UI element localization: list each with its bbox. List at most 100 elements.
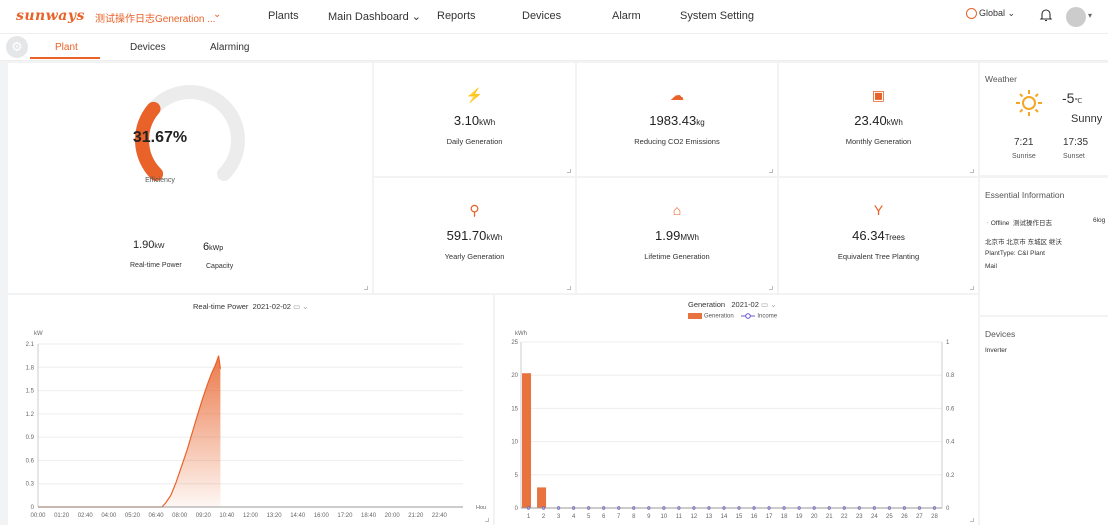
metric-value: 1983.43kg [577, 113, 777, 128]
legend-swatch-income[interactable] [741, 313, 756, 319]
x-tick-label: 14 [721, 514, 728, 520]
x-tick-label: 11 [676, 514, 683, 520]
metric-number: 46.34 [852, 228, 885, 243]
metric-card-daily-generation: ⚡ 3.10kWh Daily Generation [374, 63, 575, 176]
nav-alarm[interactable]: Alarm [612, 10, 641, 22]
realtime-power-number: 1.90 [133, 239, 155, 251]
x-tick-label: 17 [766, 514, 773, 520]
nav-main-dashboard-label: Main Dashboard [328, 11, 409, 23]
chevron-down-icon[interactable]: ▾ [1088, 11, 1092, 20]
x-tick-label: 21:20 [408, 513, 424, 519]
app-logo[interactable]: sunways [16, 8, 85, 24]
y-tick-label: 0 [31, 505, 35, 511]
metric-unit: kg [696, 118, 705, 127]
metric-label: Reducing CO2 Emissions [634, 137, 720, 146]
plant-status-row: ◔ Offline 测试操作日志 [985, 217, 1052, 227]
plant-selector[interactable]: 测试操作日志Generation ... [95, 10, 216, 25]
bell-icon[interactable] [1039, 7, 1053, 23]
language-label: Global [979, 8, 1006, 18]
y-tick-label: 0 [515, 506, 519, 512]
chart-title: Real-time Power [193, 302, 249, 311]
language-selector[interactable]: Global ⌄ [966, 8, 1015, 20]
y-tick-label: 1.8 [26, 365, 35, 371]
generation-chart: kWh051015202500.20.40.60.811 2 3 4 5 6 7 8 9 10 11… [511, 331, 955, 520]
x-tick-label: 09:20 [196, 513, 212, 519]
temperature-value: -5 [1062, 90, 1075, 106]
calendar-icon[interactable]: ▭ [761, 300, 768, 309]
y2-tick-label: 0.4 [946, 440, 955, 446]
y2-tick-label: 0.8 [946, 373, 955, 379]
x-tick-label: 19 [796, 514, 803, 520]
tab-alarming[interactable]: Alarming [210, 42, 249, 53]
status-badge: Offline [990, 220, 1010, 227]
plant-name: 测试操作日志 [1013, 220, 1053, 227]
plant-address: 北京市 北京市 东城区 继沃 [985, 239, 1062, 246]
x-tick-label: 18 [781, 514, 788, 520]
y-tick-label: 0.6 [26, 458, 35, 464]
active-tab-indicator [30, 57, 100, 59]
x-tick-label: 15 [736, 514, 743, 520]
x-tick-label: 7 [617, 514, 621, 520]
resize-handle [970, 286, 974, 290]
realtime-power-value: 1.90kW [133, 239, 165, 251]
y2-tick-label: 0.2 [946, 473, 955, 479]
metric-label: Monthly Generation [845, 137, 912, 146]
weather-condition: Sunny [1071, 113, 1103, 125]
calendar-icon[interactable]: ▭ [293, 302, 300, 311]
metric-card-lifetime-generation: ⌂ 1.99MWh Lifetime Generation [577, 178, 777, 293]
nav-devices[interactable]: Devices [522, 10, 561, 22]
x-tick-label: 13:20 [267, 513, 283, 519]
x-tick-label: 26 [901, 514, 908, 520]
nav-plants[interactable]: Plants [268, 10, 299, 22]
x-tick-label: 04:00 [101, 513, 117, 519]
x-tick-label: 00:00 [30, 513, 46, 519]
metric-value: 1.99MWh [577, 228, 777, 243]
y2-tick-label: 0.6 [946, 406, 955, 412]
x-tick-label: 2 [542, 514, 546, 520]
metric-number: 23.40 [854, 113, 887, 128]
x-tick-label: 23 [856, 514, 863, 520]
chevron-down-icon[interactable]: ⌄ [302, 302, 308, 311]
legend-swatch-generation[interactable] [688, 313, 702, 319]
nav-system-setting[interactable]: System Setting [680, 10, 754, 22]
sunrise-time: 7:21 [1014, 137, 1034, 148]
x-axis-label: Hou [476, 505, 486, 511]
nav-reports[interactable]: Reports [437, 10, 476, 22]
y-axis-label: kW [34, 331, 43, 337]
sunset-label: Sunset [1063, 153, 1085, 160]
legend-label-generation: Generation [704, 313, 734, 320]
globe-icon [966, 8, 977, 20]
x-tick-label: 9 [647, 514, 651, 520]
tab-devices[interactable]: Devices [130, 42, 166, 53]
tree-icon: Y [873, 202, 884, 218]
date-picker[interactable]: 2021-02-02 [253, 302, 291, 311]
capacity-unit: kWp [209, 245, 224, 252]
chevron-down-icon[interactable]: ⌄ [770, 300, 776, 309]
x-tick-label: 16:00 [314, 513, 330, 519]
avatar[interactable] [1066, 7, 1086, 27]
capacity-value: 6kWp [203, 241, 223, 253]
metric-number: 1.99 [655, 228, 681, 243]
x-tick-label: 6 [602, 514, 606, 520]
metric-value: 23.40kWh [779, 113, 978, 128]
x-tick-label: 17:20 [337, 513, 353, 519]
gear-icon[interactable]: ⚙ [6, 36, 28, 58]
temperature-unit: ℃ [1074, 98, 1083, 105]
resize-handle [769, 286, 773, 290]
chevron-down-icon[interactable]: ⌄ [213, 9, 221, 20]
x-tick-label: 12:00 [243, 513, 259, 519]
y-tick-label: 10 [511, 440, 518, 446]
device-inverter[interactable]: Inverter [985, 347, 1007, 354]
tab-plant[interactable]: Plant [55, 42, 78, 53]
x-tick-label: 1 [527, 514, 531, 520]
resize-handle [769, 169, 773, 173]
metric-unit: kWh [886, 118, 903, 127]
weather-title: Weather [985, 74, 1017, 84]
y-tick-label: 0.3 [26, 482, 35, 488]
chevron-down-icon: ⌄ [411, 11, 421, 23]
month-picker[interactable]: 2021-02 [731, 300, 759, 309]
lightning-leaf-icon: ⚡ [465, 87, 484, 103]
nav-main-dashboard[interactable]: Main Dashboard ⌄ [328, 10, 421, 23]
devices-title: Devices [985, 329, 1016, 339]
metric-value: 3.10kWh [374, 113, 575, 128]
